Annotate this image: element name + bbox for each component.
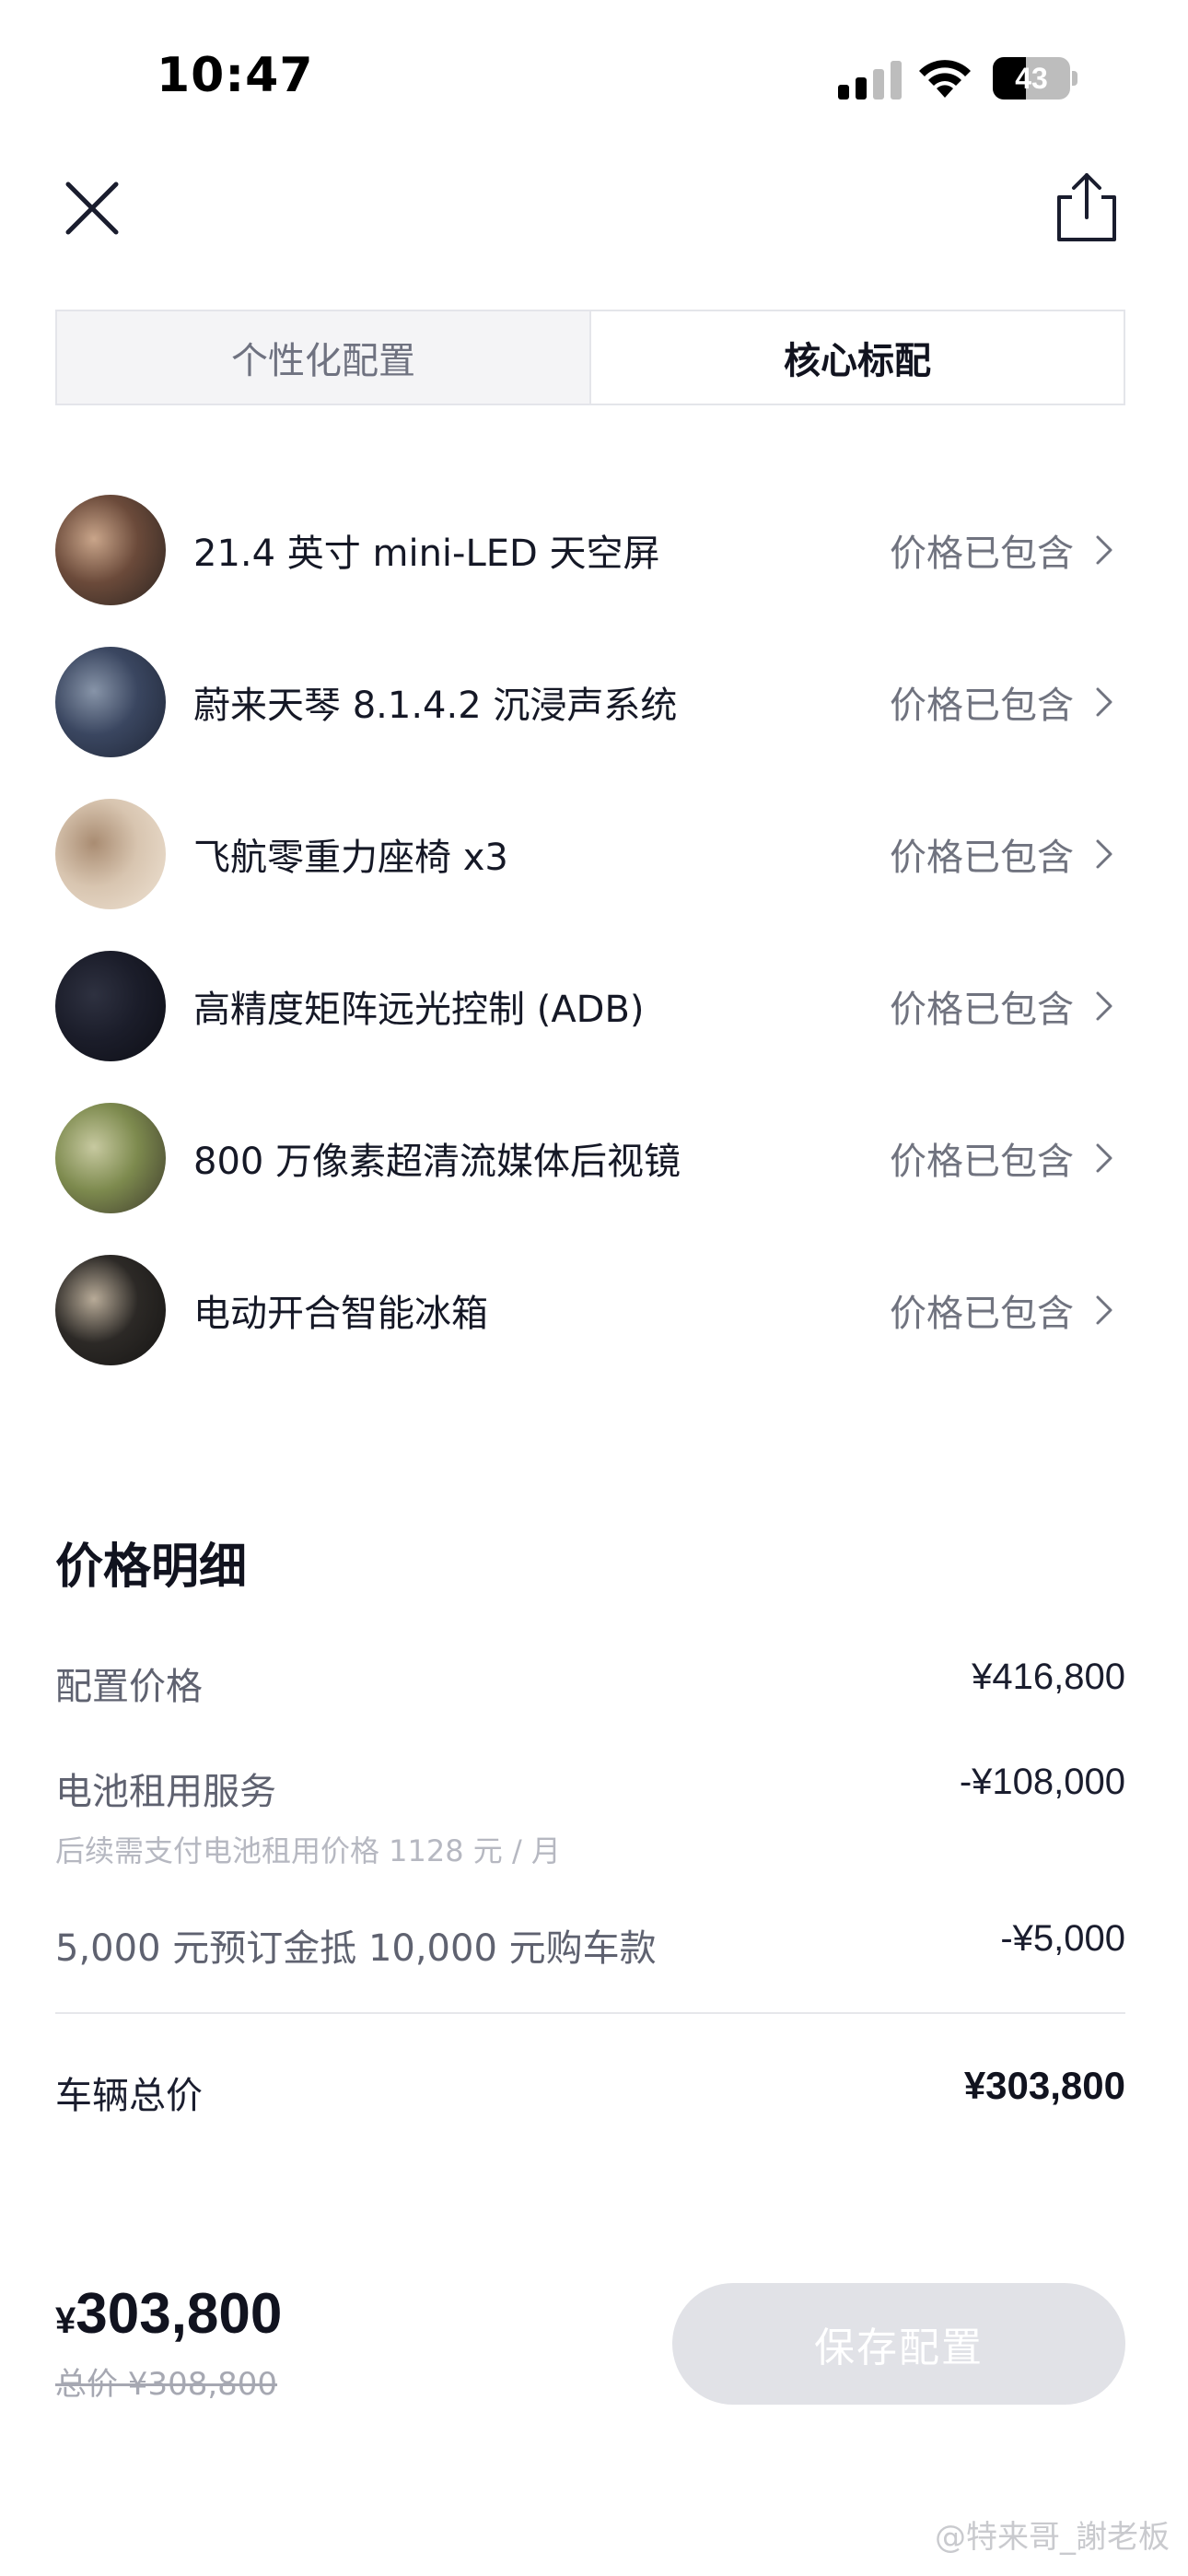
bottom-price-currency: ¥	[55, 2301, 76, 2341]
chevron-right-icon	[1096, 687, 1112, 717]
battery-rental-value: -¥108,000	[959, 1762, 1125, 1802]
total-price-label: 车辆总价	[55, 2075, 203, 2117]
save-config-button[interactable]: 保存配置	[672, 2283, 1125, 2405]
feature-status: 价格已包含	[890, 1141, 1074, 1183]
chevron-right-icon	[1096, 1295, 1112, 1325]
battery-rental-label: 电池租用服务	[55, 1771, 276, 1813]
feature-name: 800 万像素超清流媒体后视镜	[193, 1141, 681, 1183]
feature-name: 21.4 英寸 mini-LED 天空屏	[193, 533, 660, 575]
close-icon[interactable]	[57, 173, 127, 243]
chevron-right-icon	[1096, 991, 1112, 1021]
feature-item[interactable]: 飞航零重力座椅 x3 价格已包含	[55, 798, 1125, 910]
feature-item[interactable]: 蔚来天琴 8.1.4.2 沉浸声系统 价格已包含	[55, 646, 1125, 758]
tab-core-standard[interactable]: 核心标配	[589, 311, 1124, 404]
feature-thumbnail	[55, 1255, 166, 1365]
config-price-value: ¥416,800	[972, 1657, 1125, 1697]
chevron-right-icon	[1096, 1143, 1112, 1173]
deposit-value: -¥5,000	[1000, 1918, 1125, 1959]
battery-icon: 43	[993, 57, 1077, 100]
config-price-label: 配置价格	[55, 1666, 203, 1708]
feature-thumbnail	[55, 647, 166, 757]
feature-name: 高精度矩阵远光控制 (ADB)	[193, 989, 645, 1031]
feature-status: 价格已包含	[890, 685, 1074, 727]
wifi-icon	[919, 60, 971, 98]
feature-status: 价格已包含	[890, 1293, 1074, 1335]
feature-thumbnail	[55, 951, 166, 1061]
feature-name: 飞航零重力座椅 x3	[193, 837, 508, 879]
feature-item[interactable]: 21.4 英寸 mini-LED 天空屏 价格已包含	[55, 494, 1125, 606]
divider	[55, 2012, 1125, 2014]
total-price-value: ¥303,800	[963, 2064, 1125, 2107]
feature-item[interactable]: 800 万像素超清流媒体后视镜 价格已包含	[55, 1102, 1125, 1214]
watermark: @特来哥_謝老板	[935, 2519, 1170, 2556]
bottom-price: ¥303,800	[55, 2281, 282, 2347]
deposit-label: 5,000 元预订金抵 10,000 元购车款	[55, 1927, 657, 1970]
feature-item[interactable]: 电动开合智能冰箱 价格已包含	[55, 1254, 1125, 1366]
feature-thumbnail	[55, 1103, 166, 1213]
feature-thumbnail	[55, 495, 166, 605]
chevron-right-icon	[1096, 535, 1112, 565]
battery-rental-note: 后续需支付电池租用价格 1128 元 / 月	[55, 1833, 561, 1868]
original-price: 总价 ¥308,800	[55, 2366, 278, 2403]
share-icon[interactable]	[1052, 170, 1122, 245]
chevron-right-icon	[1096, 839, 1112, 869]
config-tabs: 个性化配置 核心标配	[55, 310, 1125, 405]
battery-level: 43	[1015, 62, 1048, 95]
feature-status: 价格已包含	[890, 533, 1074, 575]
status-bar: 10:47 43	[0, 0, 1188, 157]
feature-name: 电动开合智能冰箱	[193, 1293, 488, 1335]
feature-thumbnail	[55, 799, 166, 909]
cellular-signal-icon	[838, 61, 902, 100]
price-detail-title: 价格明细	[55, 1540, 248, 1595]
bottom-price-amount: 303,800	[76, 2282, 283, 2346]
feature-item[interactable]: 高精度矩阵远光控制 (ADB) 价格已包含	[55, 950, 1125, 1062]
feature-status: 价格已包含	[890, 837, 1074, 879]
feature-name: 蔚来天琴 8.1.4.2 沉浸声系统	[193, 685, 678, 727]
tab-personalized-config[interactable]: 个性化配置	[57, 311, 589, 404]
status-time: 10:47	[157, 48, 314, 103]
feature-status: 价格已包含	[890, 989, 1074, 1031]
